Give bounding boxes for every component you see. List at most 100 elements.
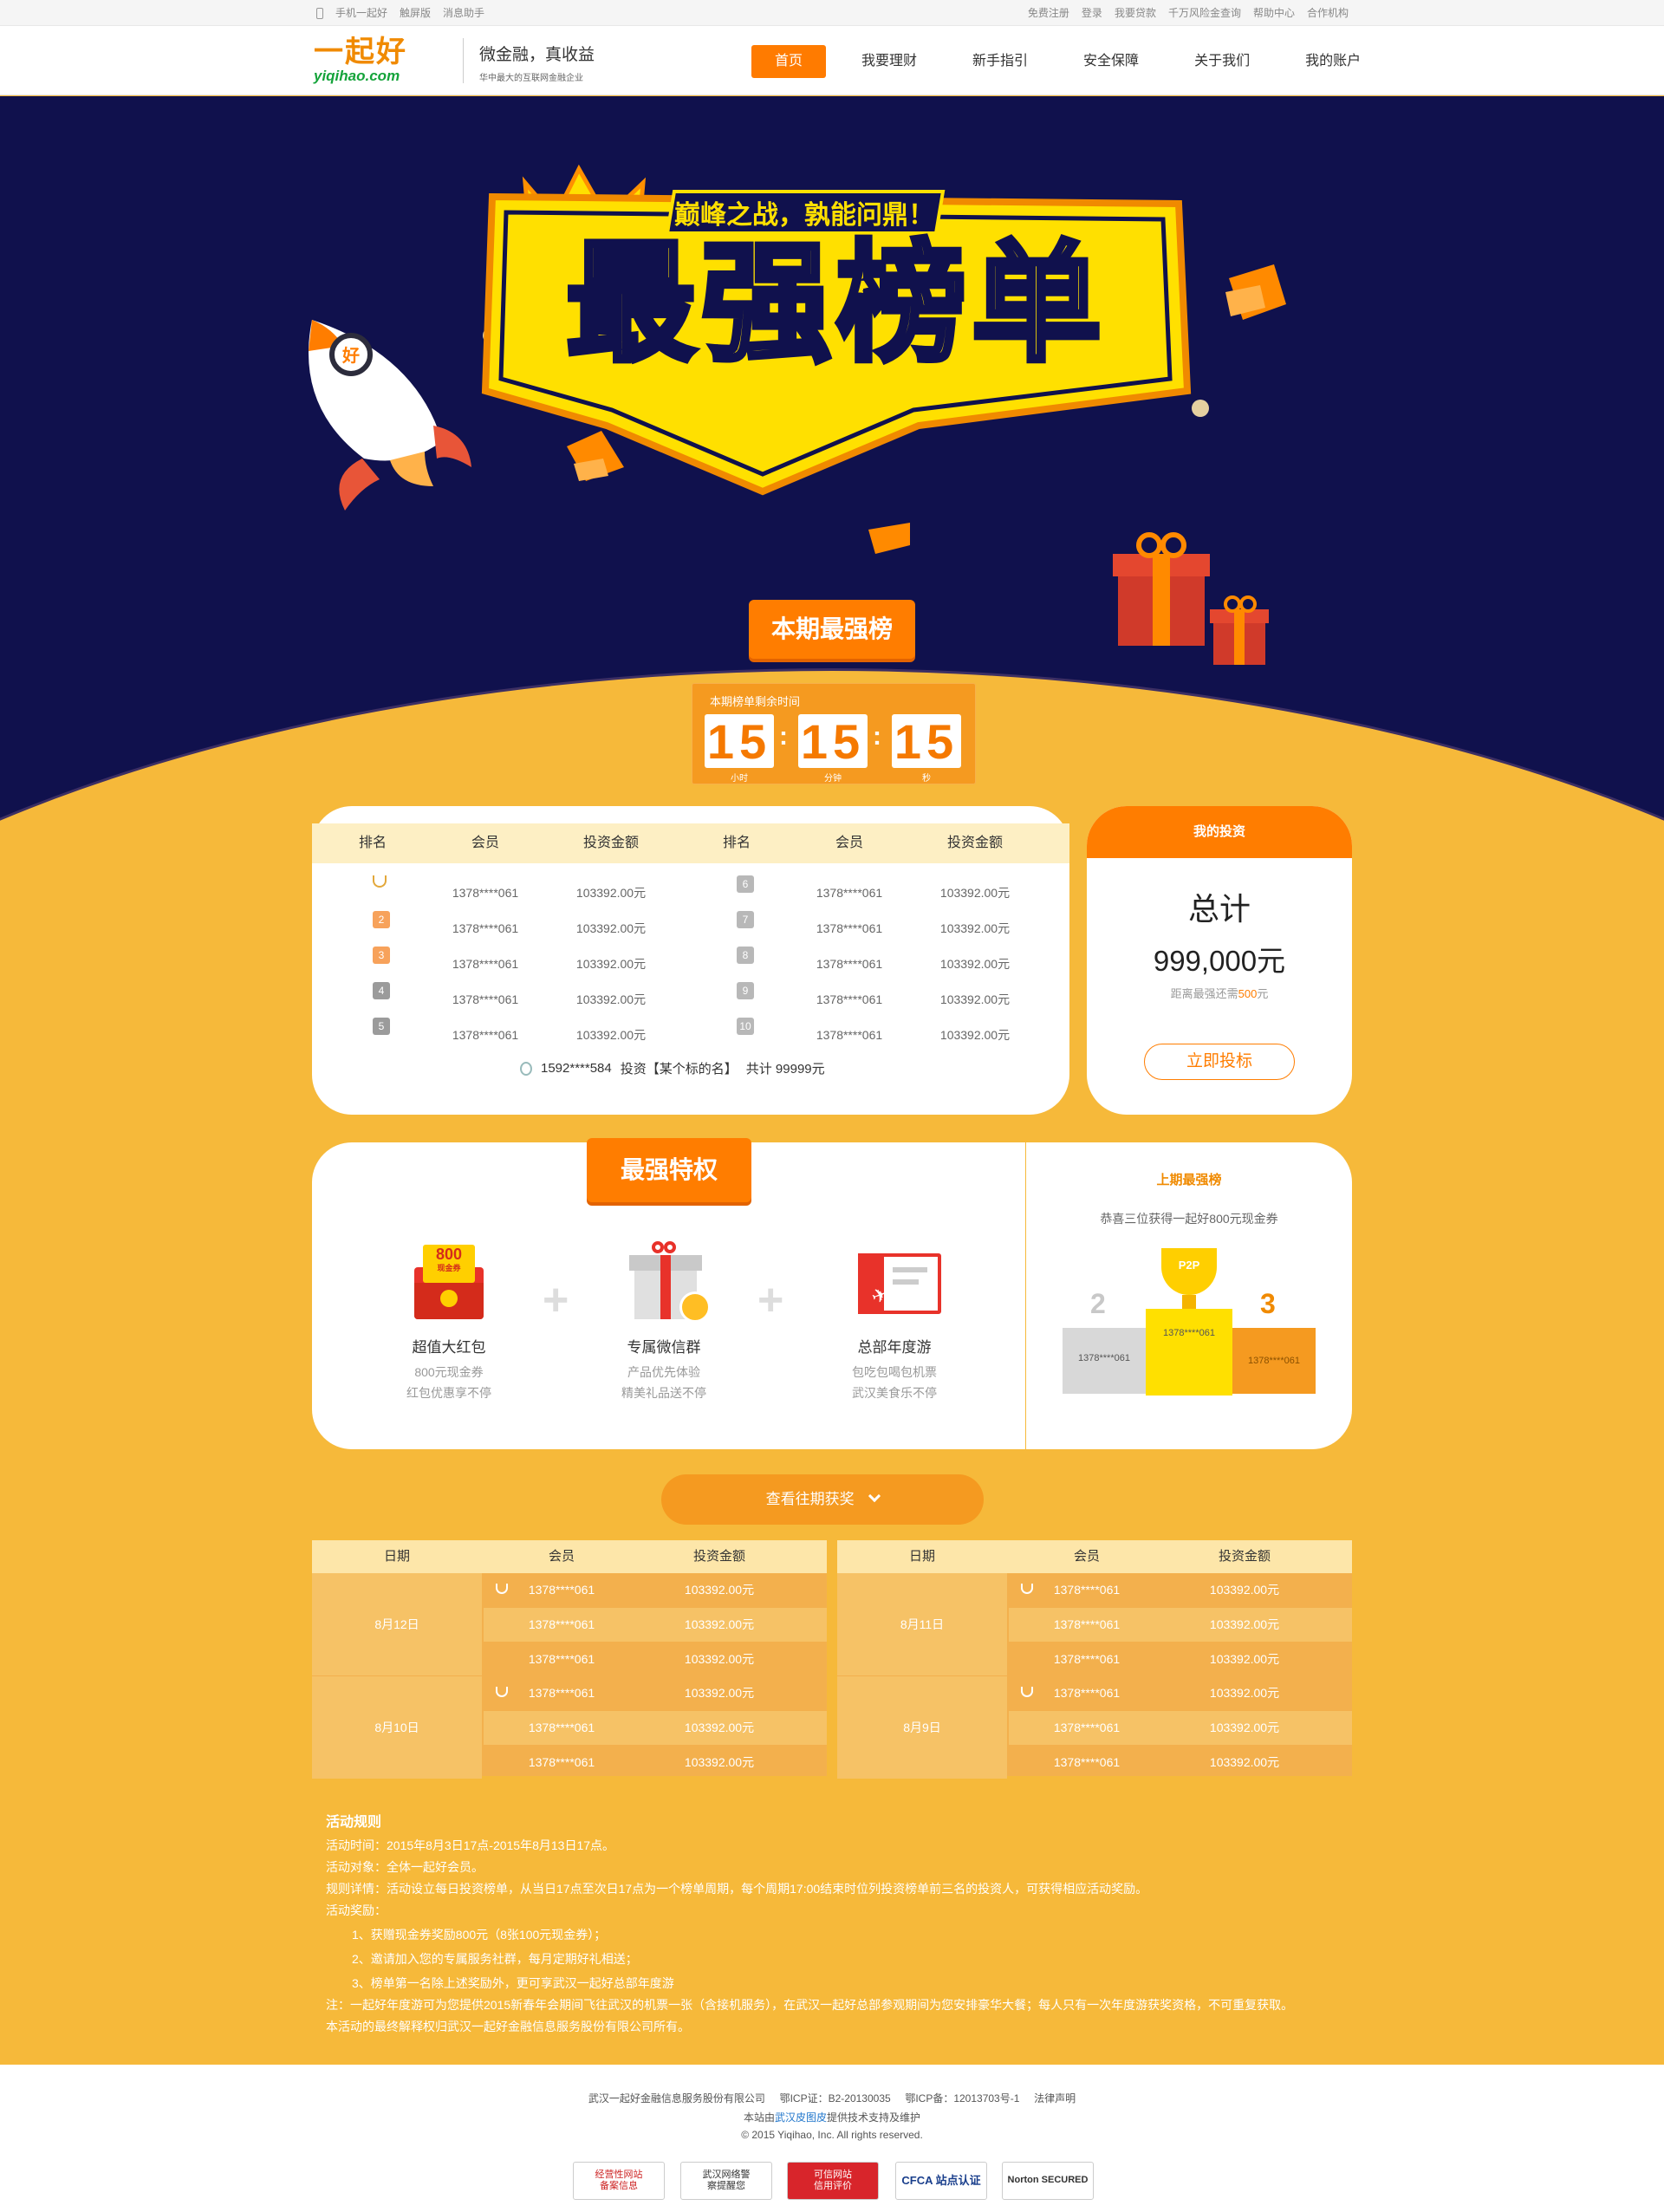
help-link[interactable]: 帮助中心 (1253, 0, 1295, 26)
my-member: 1592****584 (541, 1061, 612, 1076)
rank-badge: 4 (373, 982, 390, 999)
topbar-link-mobile[interactable]: 手机一起好 (335, 0, 387, 26)
partners-link[interactable]: 合作机构 (1307, 0, 1349, 26)
history-header: 日期 会员 投资金额 (837, 1540, 1352, 1573)
amount-cell: 103392.00元 (939, 957, 1011, 971)
total-amount: 999,000元 (1153, 945, 1286, 977)
history-row: 1378****061 103392.00元 (1009, 1676, 1352, 1710)
footer-support: 本站由武汉皮图皮提供技术支持及维护 (743, 2111, 921, 2124)
svg-text:好: 好 (341, 345, 360, 366)
cert-badge-norton[interactable]: Norton SECURED (1002, 2162, 1094, 2200)
history-member: 1378****061 (528, 1652, 595, 1666)
nav-about[interactable]: 关于我们 (1174, 45, 1270, 78)
cert-badge-cfca[interactable]: CFCA 站点认证 (895, 2162, 987, 2200)
history-amount: 103392.00元 (684, 1755, 755, 1769)
history-row: 1378****061 103392.00元 (1009, 1643, 1352, 1676)
login-link[interactable]: 登录 (1082, 0, 1102, 26)
history-amount: 103392.00元 (684, 1652, 755, 1666)
invest-now-button[interactable]: 立即投标 (1144, 1044, 1295, 1080)
rank-badge: 6 (737, 875, 754, 893)
unit-minutes: 分钟 (824, 774, 842, 784)
history-member: 1378****061 (528, 1721, 595, 1734)
history-table-right: 日期 会员 投资金额 8月11日 1378****061 103392.00元 137… (837, 1540, 1352, 1779)
my-investment-card: 我的投资 总计 999,000元 距离最强还需500元 立即投标 (1087, 806, 1352, 1115)
ranking-row: 6 1378****061 103392.00元 (676, 875, 1057, 910)
history-row: 1378****061 103392.00元 (484, 1676, 827, 1710)
countdown-seconds: 15 (892, 714, 961, 769)
ranking-header: 排名 会员 投资金额 排名 会员 投资金额 (312, 823, 1069, 863)
unit-hours: 小时 (731, 774, 748, 784)
history-row: 1378****061 103392.00元 (1009, 1608, 1352, 1642)
footer-support-link[interactable]: 武汉皮图皮 (775, 2111, 827, 2124)
gift-wechat-icon (612, 1241, 716, 1328)
risk-fund-link[interactable]: 千万风险金查询 (1168, 0, 1241, 26)
countdown-timer: 本期榜单剩余时间 15 : 15 : 15 小时 分钟 秒 (692, 683, 976, 784)
history-row: 1378****061 103392.00元 (484, 1643, 827, 1676)
countdown-colon: : (873, 722, 881, 751)
nav-home[interactable]: 首页 (751, 45, 827, 78)
money-leaf-icon (1225, 264, 1286, 320)
history-row: 1378****061 103392.00元 (484, 1573, 827, 1607)
ranking-row: 10 1378****061 103392.00元 (676, 1018, 1057, 1052)
nav-security[interactable]: 安全保障 (1063, 45, 1159, 78)
perk-title: 超值大红包 (412, 1339, 486, 1356)
history-member: 1378****061 (1053, 1583, 1121, 1597)
reward-line: 2、邀请加入您的专属服务社群，每月定期好礼相送； (352, 1952, 638, 1966)
medal-icon (520, 1061, 532, 1076)
rules-title: 活动规则 (326, 1815, 382, 1830)
cert-badge-icp[interactable]: 经营性网站 备案信息 (573, 2162, 665, 2200)
money-leaf-icon (567, 431, 624, 481)
history-amount: 103392.00元 (684, 1583, 755, 1597)
countdown-hours: 15 (705, 714, 774, 769)
history-amount: 103392.00元 (684, 1686, 755, 1700)
history-amount: 103392.00元 (1209, 1583, 1280, 1597)
nav-invest[interactable]: 我要理财 (842, 45, 937, 78)
gift-box-icon (1210, 595, 1269, 665)
topbar-link-message[interactable]: 消息助手 (443, 0, 484, 26)
site-logo[interactable]: 一起好 yiqihao.com (314, 36, 444, 88)
perk-title: 总部年度游 (857, 1339, 932, 1356)
ranking-row: 3 1378****061 103392.00元 (312, 947, 693, 981)
perk-hq-tour: ✈ 总部年度游 包吃包喝包机票 武汉美食乐不停 (816, 1241, 972, 1403)
perk-wechat-group: 专属微信群 产品优先体验 精美礼品送不停 (586, 1241, 742, 1403)
amount-cell: 103392.00元 (575, 992, 647, 1006)
history-member: 1378****061 (528, 1686, 595, 1700)
perk-red-envelope: 800 现金券 超值大红包 800元现金券 红包优惠享不停 (371, 1241, 527, 1403)
perk-desc: 800元现金券 红包优惠享不停 (406, 1365, 491, 1400)
col-amount: 投资金额 (946, 836, 1003, 850)
nav-account[interactable]: 我的账户 (1285, 45, 1381, 78)
plus-sign: + (543, 1275, 569, 1325)
last-period-subtitle: 恭喜三位获得一起好800元现金券 (1100, 1212, 1278, 1226)
rank-badge: 10 (737, 1018, 754, 1035)
cert-badge-police[interactable]: 武汉网络警 察提醒您 (680, 2162, 772, 2200)
history-member: 1378****061 (1053, 1721, 1121, 1734)
last-period-title: 上期最强榜 (1156, 1173, 1222, 1187)
podium-number-3: 3 (1260, 1288, 1276, 1319)
cert-badge-trusted[interactable]: 可信网站 信用评价 (787, 2162, 879, 2200)
podium: 2 3 P2P 1378****061 1378****061 1378****… (1059, 1248, 1319, 1404)
slogan: 微金融，真收益 华中最大的互联网金融企业 (463, 38, 595, 83)
money-leaf-icon (868, 523, 910, 554)
perk-desc: 包吃包喝包机票 武汉美食乐不停 (852, 1365, 937, 1400)
loan-link[interactable]: 我要贷款 (1115, 0, 1156, 26)
amount-cell: 103392.00元 (939, 992, 1011, 1006)
current-period-tab: 本期最强榜 (749, 600, 915, 659)
my-ranking-line: 1592****584 投资【某个标的名】 共计 99999元 (520, 1059, 825, 1077)
amount-cell: 103392.00元 (939, 1028, 1011, 1042)
podium-first: 1378****061 (1146, 1309, 1232, 1396)
history-member: 1378****061 (1053, 1686, 1121, 1700)
gap-to-top: 距离最强还需500元 (1170, 987, 1269, 1000)
member-cell: 1378****061 (816, 1028, 883, 1042)
member-cell: 1378****061 (452, 1028, 519, 1042)
history-member: 1378****061 (528, 1617, 595, 1631)
nav-guide[interactable]: 新手指引 (952, 45, 1048, 78)
slogan-main: 微金融，真收益 (479, 45, 595, 64)
view-past-winners-button[interactable]: 查看往期获奖 (661, 1474, 984, 1525)
rank-badge: 9 (737, 982, 754, 999)
ranking-row: 7 1378****061 103392.00元 (676, 911, 1057, 946)
topbar-link-touch[interactable]: 触屏版 (400, 0, 431, 26)
gift-box-icon (1113, 532, 1210, 646)
plane-ticket-icon: ✈ (842, 1241, 946, 1328)
register-link[interactable]: 免费注册 (1028, 0, 1069, 26)
red-envelope-icon: 800 现金券 (397, 1241, 501, 1328)
